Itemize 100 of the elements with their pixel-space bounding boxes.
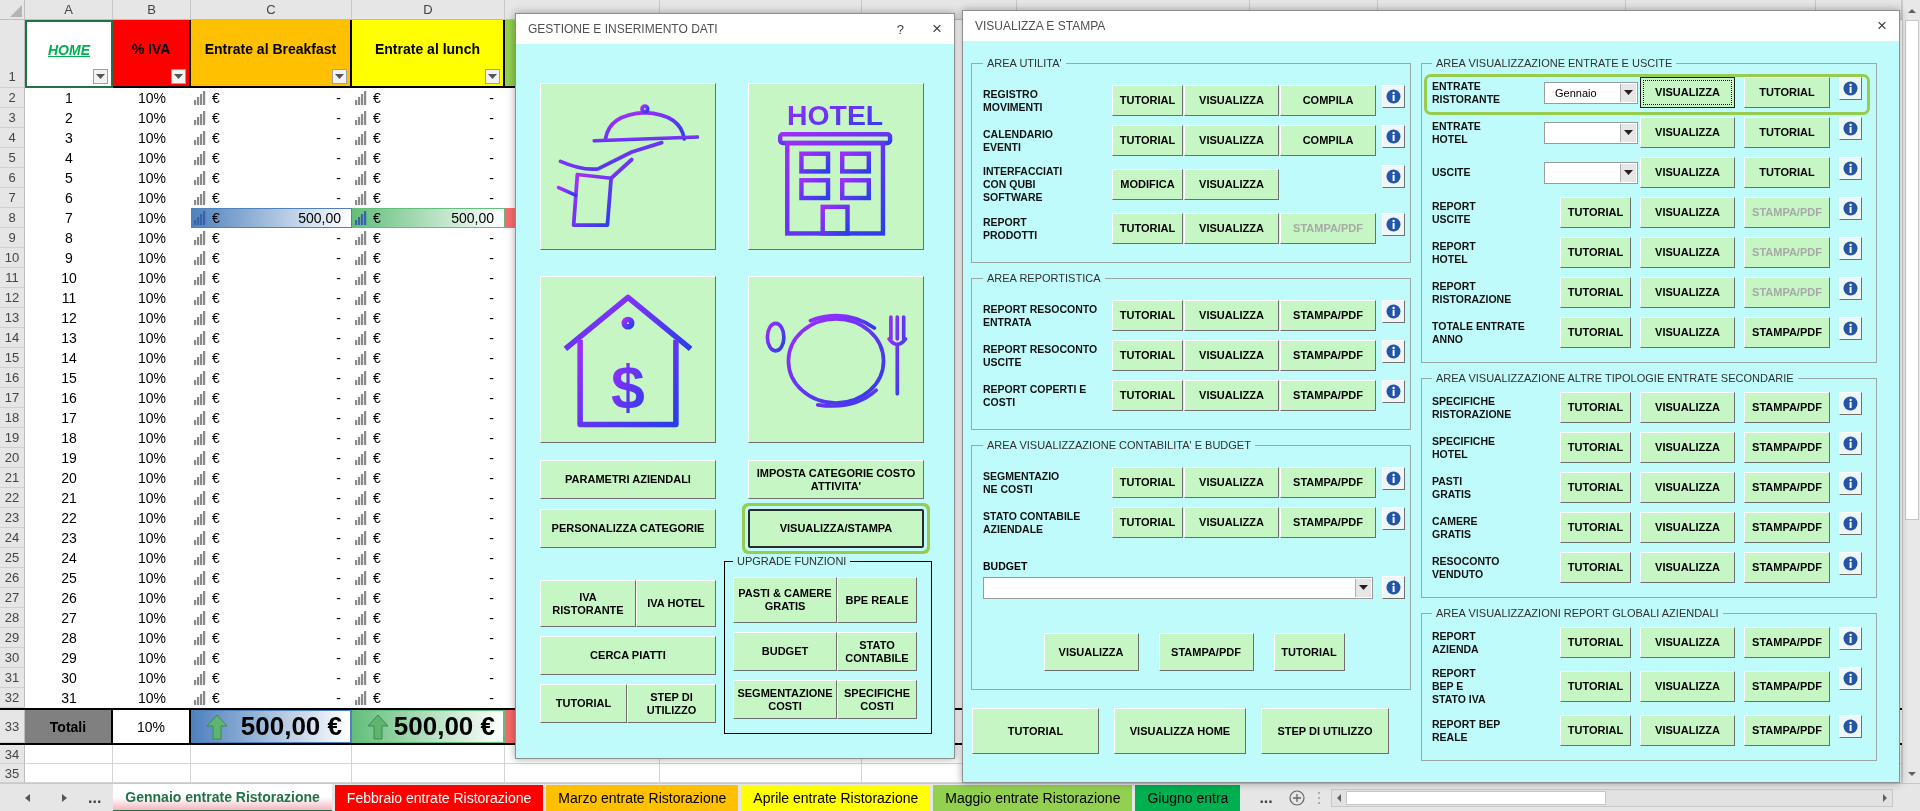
row-header[interactable]: 21 — [0, 468, 25, 488]
action-button[interactable]: VISUALIZZA — [1184, 380, 1279, 411]
menu-button[interactable]: STATO CONTABILE — [837, 632, 917, 671]
action-button[interactable]: TUTORIAL — [1112, 507, 1183, 538]
action-button[interactable]: VISUALIZZA — [1184, 85, 1279, 116]
row-header[interactable]: 31 — [0, 668, 25, 688]
action-button[interactable]: TUTORIAL — [1560, 472, 1631, 503]
row-header[interactable]: 1 — [0, 20, 25, 88]
action-button[interactable]: VISUALIZZA — [1640, 277, 1735, 308]
info-button[interactable] — [1382, 213, 1405, 236]
tile-button[interactable]: HOTEL — [748, 83, 924, 250]
action-button[interactable]: STAMPA/PDF — [1744, 317, 1830, 348]
action-button[interactable]: TUTORIAL — [1744, 117, 1830, 148]
action-button[interactable]: VISUALIZZA — [1640, 197, 1735, 228]
menu-button[interactable]: IVA HOTEL — [636, 580, 716, 627]
action-button[interactable]: TUTORIAL — [1560, 671, 1631, 702]
info-button[interactable] — [1839, 552, 1862, 575]
action-button[interactable]: TUTORIAL — [1744, 157, 1830, 188]
action-button[interactable]: VISUALIZZA — [1640, 671, 1735, 702]
action-button[interactable]: TUTORIAL — [972, 708, 1099, 754]
action-button[interactable]: TUTORIAL — [1744, 77, 1830, 108]
row-header[interactable]: 26 — [0, 568, 25, 588]
action-button[interactable]: VISUALIZZA — [1184, 340, 1279, 371]
row-header[interactable]: 33 — [0, 710, 25, 743]
tile-button[interactable] — [540, 83, 716, 250]
row-header[interactable]: 7 — [0, 188, 25, 208]
action-button[interactable]: TUTORIAL — [1560, 317, 1631, 348]
action-button[interactable]: VISUALIZZA — [1640, 432, 1735, 463]
info-button[interactable] — [1382, 300, 1405, 323]
header-cell[interactable]: % IVA — [113, 20, 191, 88]
row-header[interactable]: 11 — [0, 268, 25, 288]
close-button[interactable]: × — [932, 19, 942, 39]
row-header[interactable]: 18 — [0, 408, 25, 428]
row-header[interactable]: 6 — [0, 168, 25, 188]
more-sheets-button[interactable]: ... — [1259, 788, 1273, 807]
action-button[interactable]: STAMPA/PDF — [1280, 507, 1376, 538]
column-header[interactable]: C — [191, 0, 352, 19]
action-button[interactable]: COMPILA — [1280, 85, 1376, 116]
action-button[interactable]: VISUALIZZA — [1640, 157, 1735, 188]
menu-button[interactable]: SPECIFICHE COSTI — [837, 680, 917, 719]
row-header[interactable]: 22 — [0, 488, 25, 508]
action-button[interactable]: STEP DI UTILIZZO — [1261, 708, 1389, 754]
column-header[interactable]: D — [352, 0, 505, 19]
info-button[interactable] — [1839, 432, 1862, 455]
row-header[interactable]: 3 — [0, 108, 25, 128]
action-button[interactable]: STAMPA/PDF — [1158, 633, 1254, 671]
menu-button[interactable]: TUTORIAL — [540, 684, 627, 723]
action-button[interactable]: STAMPA/PDF — [1744, 472, 1830, 503]
info-button[interactable] — [1382, 165, 1405, 188]
row-header[interactable]: 19 — [0, 428, 25, 448]
action-button[interactable]: TUTORIAL — [1112, 213, 1183, 244]
menu-button[interactable]: SEGMENTAZIONE COSTI — [733, 680, 837, 719]
action-button[interactable]: STAMPA/PDF — [1280, 380, 1376, 411]
sheet-tab[interactable]: Marzo entrate Ristorazione — [546, 784, 739, 811]
action-button[interactable]: VISUALIZZA — [1640, 715, 1735, 746]
action-button[interactable]: VISUALIZZA — [1640, 317, 1735, 348]
action-button[interactable]: TUTORIAL — [1560, 392, 1631, 423]
action-button[interactable]: TUTORIAL — [1560, 432, 1631, 463]
add-sheet-icon[interactable] — [1288, 789, 1305, 806]
close-button[interactable]: × — [1877, 16, 1887, 36]
action-button[interactable]: TUTORIAL — [1112, 125, 1183, 156]
info-button[interactable] — [1839, 627, 1862, 650]
action-button[interactable]: TUTORIAL — [1112, 300, 1183, 331]
action-button[interactable]: TUTORIAL — [1560, 552, 1631, 583]
action-button[interactable]: TUTORIAL — [1560, 277, 1631, 308]
row-header[interactable]: 14 — [0, 328, 25, 348]
row-header[interactable]: 5 — [0, 148, 25, 168]
action-button[interactable]: STAMPA/PDF — [1744, 671, 1830, 702]
menu-button[interactable]: BUDGET — [733, 632, 837, 671]
tile-button[interactable]: $ — [540, 276, 716, 443]
row-header[interactable]: 2 — [0, 88, 25, 108]
action-button[interactable]: VISUALIZZA — [1184, 169, 1279, 200]
filter-button[interactable] — [93, 69, 108, 84]
help-button[interactable]: ? — [896, 21, 905, 37]
action-button[interactable]: TUTORIAL — [1560, 512, 1631, 543]
month-dropdown[interactable]: Gennaio — [1544, 81, 1638, 104]
row-header[interactable]: 34 — [0, 745, 25, 764]
info-button[interactable] — [1839, 715, 1862, 738]
action-button[interactable]: VISUALIZZA — [1640, 552, 1735, 583]
action-button[interactable]: TUTORIAL — [1112, 340, 1183, 371]
filter-button[interactable] — [171, 69, 186, 84]
splitter-handle-icon[interactable] — [1316, 790, 1321, 805]
action-button[interactable]: VISUALIZZA — [1184, 467, 1279, 498]
info-button[interactable] — [1839, 157, 1862, 180]
row-header[interactable]: 12 — [0, 288, 25, 308]
menu-button[interactable]: IVA RISTORANTE — [540, 580, 636, 627]
vertical-scrollbar[interactable] — [1902, 0, 1920, 783]
row-header[interactable]: 27 — [0, 588, 25, 608]
action-button[interactable]: STAMPA/PDF — [1744, 552, 1830, 583]
info-button[interactable] — [1382, 507, 1405, 530]
scrollbar-thumb[interactable] — [1345, 790, 1606, 805]
month-dropdown[interactable] — [1544, 161, 1638, 184]
action-button[interactable]: STAMPA/PDF — [1280, 300, 1376, 331]
action-button[interactable]: VISUALIZZA — [1640, 237, 1735, 268]
sheet-tab[interactable]: Giugno entra — [1135, 784, 1241, 811]
info-button[interactable] — [1839, 277, 1862, 300]
row-header[interactable]: 15 — [0, 348, 25, 368]
menu-button[interactable]: PARAMETRI AZIENDALI — [540, 460, 716, 499]
row-header[interactable]: 32 — [0, 688, 25, 708]
sheet-tab[interactable]: Febbraio entrate Ristorazione — [334, 784, 544, 811]
